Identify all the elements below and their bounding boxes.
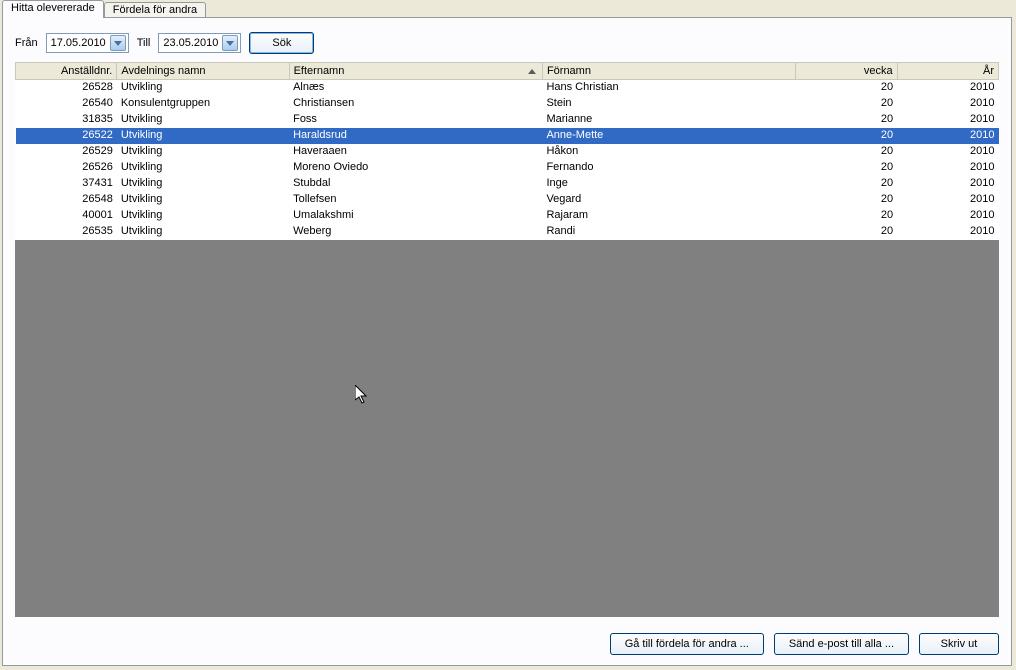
- print-button[interactable]: Skriv ut: [919, 633, 999, 655]
- chevron-down-icon[interactable]: [110, 35, 126, 51]
- table-cell: 20: [796, 80, 897, 96]
- results-table-wrap: Anställdnr.Avdelnings namnEfternamnFörna…: [15, 62, 999, 617]
- table-row[interactable]: 26528UtviklingAlnæsHans Christian202010: [16, 80, 999, 96]
- table-cell: Weberg: [289, 224, 542, 240]
- table-cell: Hans Christian: [542, 80, 795, 96]
- to-date-picker[interactable]: 23.05.2010: [158, 33, 241, 53]
- table-cell: Haraldsrud: [289, 128, 542, 144]
- table-cell: Utvikling: [117, 112, 289, 128]
- table-cell: 20: [796, 176, 897, 192]
- table-cell: Utvikling: [117, 128, 289, 144]
- table-cell: Utvikling: [117, 208, 289, 224]
- column-header[interactable]: Förnamn: [542, 63, 795, 80]
- table-cell: Tollefsen: [289, 192, 542, 208]
- table-cell: Inge: [542, 176, 795, 192]
- table-cell: 2010: [897, 192, 998, 208]
- to-label: Till: [137, 37, 151, 49]
- table-cell: Christiansen: [289, 96, 542, 112]
- table-row[interactable]: 26535UtviklingWebergRandi202010: [16, 224, 999, 240]
- filter-row: Från 17.05.2010 Till 23.05.2010 Sök: [3, 18, 1011, 62]
- table-cell: Marianne: [542, 112, 795, 128]
- table-cell: 26540: [16, 96, 117, 112]
- table-cell: 2010: [897, 160, 998, 176]
- table-cell: Stubdal: [289, 176, 542, 192]
- tab-fordela-for-andra[interactable]: Fördela för andra: [104, 2, 206, 18]
- table-cell: 31835: [16, 112, 117, 128]
- results-table: Anställdnr.Avdelnings namnEfternamnFörna…: [15, 62, 999, 240]
- table-cell: 26529: [16, 144, 117, 160]
- table-cell: 2010: [897, 96, 998, 112]
- table-row[interactable]: 37431UtviklingStubdalInge202010: [16, 176, 999, 192]
- table-cell: 2010: [897, 80, 998, 96]
- main-panel: Från 17.05.2010 Till 23.05.2010 Sök Anst…: [2, 17, 1012, 666]
- table-cell: 26522: [16, 128, 117, 144]
- table-cell: Stein: [542, 96, 795, 112]
- table-cell: Konsulentgruppen: [117, 96, 289, 112]
- table-cell: Rajaram: [542, 208, 795, 224]
- table-cell: 20: [796, 96, 897, 112]
- table-cell: 26548: [16, 192, 117, 208]
- table-cell: 26526: [16, 160, 117, 176]
- table-cell: 2010: [897, 144, 998, 160]
- search-button[interactable]: Sök: [249, 32, 314, 54]
- table-cell: Utvikling: [117, 80, 289, 96]
- table-cell: Utvikling: [117, 160, 289, 176]
- from-date-value: 17.05.2010: [51, 37, 106, 49]
- column-header[interactable]: Anställdnr.: [16, 63, 117, 80]
- column-header[interactable]: Avdelnings namn: [117, 63, 289, 80]
- table-cell: Moreno Oviedo: [289, 160, 542, 176]
- chevron-down-icon[interactable]: [222, 35, 238, 51]
- table-cell: 2010: [897, 224, 998, 240]
- from-label: Från: [15, 37, 38, 49]
- table-row[interactable]: 26540KonsulentgruppenChristiansenStein20…: [16, 96, 999, 112]
- table-cell: Håkon: [542, 144, 795, 160]
- table-row[interactable]: 26522UtviklingHaraldsrudAnne-Mette202010: [16, 128, 999, 144]
- go-to-distribute-button[interactable]: Gå till fördela för andra ...: [610, 633, 764, 655]
- column-header[interactable]: vecka: [796, 63, 897, 80]
- table-cell: Haveraaen: [289, 144, 542, 160]
- table-cell: Anne-Mette: [542, 128, 795, 144]
- table-cell: Umalakshmi: [289, 208, 542, 224]
- table-cell: 2010: [897, 208, 998, 224]
- table-cell: Foss: [289, 112, 542, 128]
- from-date-picker[interactable]: 17.05.2010: [46, 33, 129, 53]
- table-cell: 20: [796, 144, 897, 160]
- table-cell: 20: [796, 160, 897, 176]
- table-cell: Utvikling: [117, 192, 289, 208]
- table-cell: Fernando: [542, 160, 795, 176]
- table-cell: 20: [796, 224, 897, 240]
- table-cell: Utvikling: [117, 144, 289, 160]
- column-header[interactable]: År: [897, 63, 998, 80]
- send-email-all-button[interactable]: Sänd e-post till alla ...: [774, 633, 909, 655]
- table-cell: 20: [796, 128, 897, 144]
- table-cell: 20: [796, 208, 897, 224]
- table-cell: Vegard: [542, 192, 795, 208]
- table-cell: Utvikling: [117, 176, 289, 192]
- table-row[interactable]: 31835UtviklingFossMarianne202010: [16, 112, 999, 128]
- table-row[interactable]: 26526UtviklingMoreno OviedoFernando20201…: [16, 160, 999, 176]
- footer-buttons: Gå till fördela för andra ... Sänd e-pos…: [3, 627, 1011, 665]
- table-cell: 2010: [897, 112, 998, 128]
- column-header[interactable]: Efternamn: [289, 63, 542, 80]
- tab-hitta-olevererade[interactable]: Hitta olevererade: [2, 0, 104, 18]
- table-cell: Randi: [542, 224, 795, 240]
- table-cell: 2010: [897, 128, 998, 144]
- table-cell: 26535: [16, 224, 117, 240]
- table-cell: 20: [796, 192, 897, 208]
- table-cell: 2010: [897, 176, 998, 192]
- table-cell: 37431: [16, 176, 117, 192]
- table-row[interactable]: 40001UtviklingUmalakshmiRajaram202010: [16, 208, 999, 224]
- table-cell: 20: [796, 112, 897, 128]
- table-row[interactable]: 26548UtviklingTollefsenVegard202010: [16, 192, 999, 208]
- tab-strip: Hitta olevererade Fördela för andra: [0, 0, 1016, 18]
- to-date-value: 23.05.2010: [163, 37, 218, 49]
- table-cell: Utvikling: [117, 224, 289, 240]
- table-row[interactable]: 26529UtviklingHaveraaenHåkon202010: [16, 144, 999, 160]
- table-cell: 26528: [16, 80, 117, 96]
- table-cell: 40001: [16, 208, 117, 224]
- table-cell: Alnæs: [289, 80, 542, 96]
